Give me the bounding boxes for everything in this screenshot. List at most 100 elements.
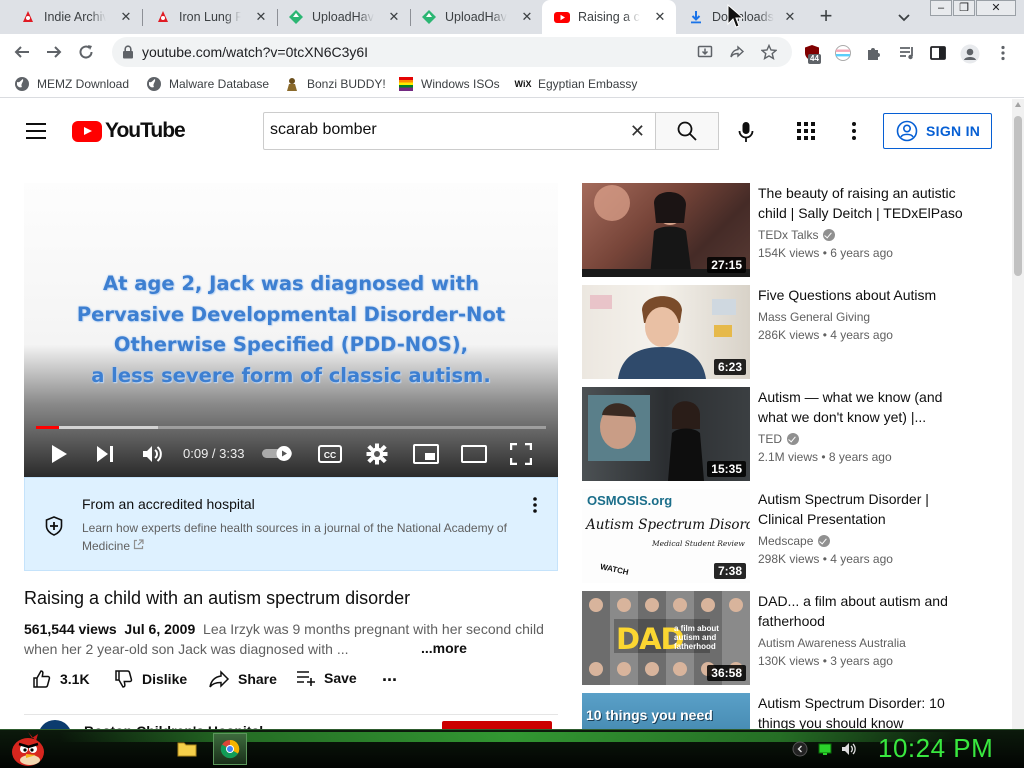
fullscreen-button[interactable]	[510, 443, 532, 465]
video-thumbnail[interactable]: 15:35	[582, 387, 750, 481]
bookmark-malware-database[interactable]: Malware Database	[146, 76, 269, 92]
bookmark-bonzi-buddy[interactable]: Bonzi BUDDY!	[284, 76, 386, 92]
tab-iron-lung[interactable]: Iron Lung Fre ✕	[143, 0, 277, 34]
youtube-logo[interactable]: YouTube	[72, 119, 186, 143]
sign-in-button[interactable]: SIGN IN	[883, 113, 992, 149]
play-button[interactable]	[48, 443, 70, 465]
osmosis-sub-text: Medical Student Review	[652, 539, 745, 548]
tab-indie-archive[interactable]: Indie Archive ✕	[8, 0, 142, 34]
reload-button[interactable]	[76, 42, 96, 62]
related-title[interactable]: DAD... a film about autism and fatherhoo…	[758, 591, 973, 631]
related-video[interactable]: 6:23 Five Questions about Autism Mass Ge…	[582, 285, 977, 381]
close-tab-icon[interactable]: ✕	[652, 9, 668, 25]
save-button[interactable]: Save	[296, 669, 357, 687]
video-thumbnail[interactable]: OSMOSIS.org Autism Spectrum Disorder Med…	[582, 489, 750, 583]
tray-overflow-chevron-icon[interactable]	[792, 741, 808, 757]
bookmark-memz-download[interactable]: MEMZ Download	[14, 76, 129, 92]
voice-search-button[interactable]	[736, 121, 756, 148]
flag-extension-icon[interactable]	[834, 44, 852, 62]
panel-menu-icon[interactable]	[531, 496, 539, 514]
dislike-button[interactable]: Dislike	[114, 669, 187, 689]
new-tab-button[interactable]: +	[815, 5, 837, 28]
related-video[interactable]: DAD a film about autism and fatherhood 3…	[582, 591, 977, 687]
start-button-angry-bird-icon[interactable]	[8, 728, 48, 768]
share-button[interactable]: Share	[208, 669, 277, 689]
close-tab-icon[interactable]: ✕	[253, 9, 269, 25]
video-thumbnail[interactable]: 27:15	[582, 183, 750, 277]
page-scrollbar[interactable]	[1012, 99, 1024, 729]
lock-icon[interactable]	[122, 45, 134, 59]
related-channel[interactable]: Mass General Giving	[758, 310, 870, 324]
video-player[interactable]: At age 2, Jack was diagnosed with Pervas…	[24, 183, 558, 477]
back-button[interactable]	[12, 42, 32, 62]
side-panel-icon[interactable]	[929, 44, 947, 62]
bookmark-star-icon[interactable]	[761, 44, 777, 60]
related-title[interactable]: Five Questions about Autism	[758, 285, 973, 305]
install-app-icon[interactable]	[697, 44, 713, 60]
settings-more-button[interactable]	[850, 121, 858, 146]
tab-uploadhaven-2[interactable]: UploadHaven ✕	[409, 0, 543, 34]
related-video[interactable]: OSMOSIS.org Autism Spectrum Disorder Med…	[582, 489, 977, 585]
related-video[interactable]: 27:15 The beauty of raising an autistic …	[582, 183, 977, 279]
related-channel[interactable]: TEDx Talks	[758, 228, 836, 242]
close-tab-icon[interactable]: ✕	[118, 9, 134, 25]
tab-uploadhaven-1[interactable]: UploadHaven ✕	[276, 0, 410, 34]
related-channel[interactable]: TED	[758, 432, 799, 446]
next-button[interactable]	[94, 443, 116, 465]
close-tab-icon[interactable]: ✕	[519, 9, 535, 25]
seek-bar[interactable]	[36, 426, 546, 429]
more-actions-button[interactable]: ...	[382, 665, 397, 686]
panel-body[interactable]: Learn how experts define health sources …	[82, 519, 512, 555]
related-video[interactable]: 15:35 Autism — what we know (and what we…	[582, 387, 977, 483]
view-count: 298K views	[758, 552, 820, 566]
close-tab-icon[interactable]: ✕	[386, 9, 402, 25]
video-thumbnail[interactable]: 6:23	[582, 285, 750, 379]
mute-button[interactable]	[142, 443, 164, 465]
bookmark-egyptian-embassy[interactable]: WiX Egyptian Embassy	[515, 76, 638, 92]
ublock-extension-icon[interactable]: 44	[803, 44, 821, 64]
related-channel[interactable]: Medscape	[758, 534, 831, 548]
url-text[interactable]: youtube.com/watch?v=0tcXN6C3y6I	[142, 44, 368, 60]
minimize-button[interactable]: –	[930, 0, 952, 16]
theater-mode-button[interactable]	[461, 443, 487, 465]
search-input[interactable]	[270, 121, 610, 139]
miniplayer-button[interactable]	[413, 443, 439, 465]
like-button[interactable]: 3.1K	[32, 669, 90, 689]
browser-menu-icon[interactable]	[994, 44, 1012, 62]
address-bar[interactable]: youtube.com/watch?v=0tcXN6C3y6I	[112, 37, 792, 67]
captions-button[interactable]: CC	[318, 443, 342, 465]
taskbar-file-explorer[interactable]	[170, 733, 204, 765]
share-icon[interactable]	[729, 44, 745, 60]
maximize-button[interactable]: ❐	[953, 0, 975, 16]
scroll-up-arrow-icon[interactable]	[1015, 102, 1021, 107]
taskbar-chrome[interactable]	[213, 733, 247, 765]
tab-raising-a-child[interactable]: Raising a chi ✕	[542, 0, 676, 34]
media-controls-icon[interactable]	[898, 44, 916, 62]
related-title[interactable]: The beauty of raising an autistic child …	[758, 183, 973, 223]
search-button[interactable]	[655, 112, 719, 150]
apps-grid-button[interactable]	[797, 122, 815, 145]
related-video[interactable]: 10 things you need Autism Spectrum Disor…	[582, 693, 977, 729]
related-title[interactable]: Autism Spectrum Disorder: 10 things you …	[758, 693, 973, 729]
related-channel[interactable]: Autism Awareness Australia	[758, 636, 906, 650]
scrollbar-thumb[interactable]	[1014, 116, 1022, 276]
hamburger-menu-icon[interactable]	[26, 123, 46, 139]
network-icon[interactable]	[817, 741, 833, 757]
settings-button[interactable]	[366, 443, 388, 465]
tab-search-chevron-icon[interactable]	[896, 9, 912, 25]
clear-search-icon[interactable]: ✕	[630, 122, 645, 140]
video-thumbnail[interactable]: 10 things you need	[582, 693, 750, 729]
close-tab-icon[interactable]: ✕	[782, 9, 798, 25]
autoplay-toggle[interactable]	[262, 445, 296, 461]
close-window-button[interactable]: ✕	[976, 0, 1016, 16]
system-clock[interactable]: 10:24 PM	[878, 733, 993, 764]
volume-tray-icon[interactable]	[841, 741, 857, 757]
related-title[interactable]: Autism — what we know (and what we don't…	[758, 387, 973, 427]
bookmark-windows-isos[interactable]: Windows ISOs	[398, 76, 500, 92]
video-thumbnail[interactable]: DAD a film about autism and fatherhood 3…	[582, 591, 750, 685]
profile-avatar-icon[interactable]	[960, 44, 980, 64]
extensions-puzzle-icon[interactable]	[865, 44, 883, 62]
forward-button[interactable]	[44, 42, 64, 62]
show-more-link[interactable]: ...more	[421, 640, 467, 656]
related-title[interactable]: Autism Spectrum Disorder | Clinical Pres…	[758, 489, 973, 529]
